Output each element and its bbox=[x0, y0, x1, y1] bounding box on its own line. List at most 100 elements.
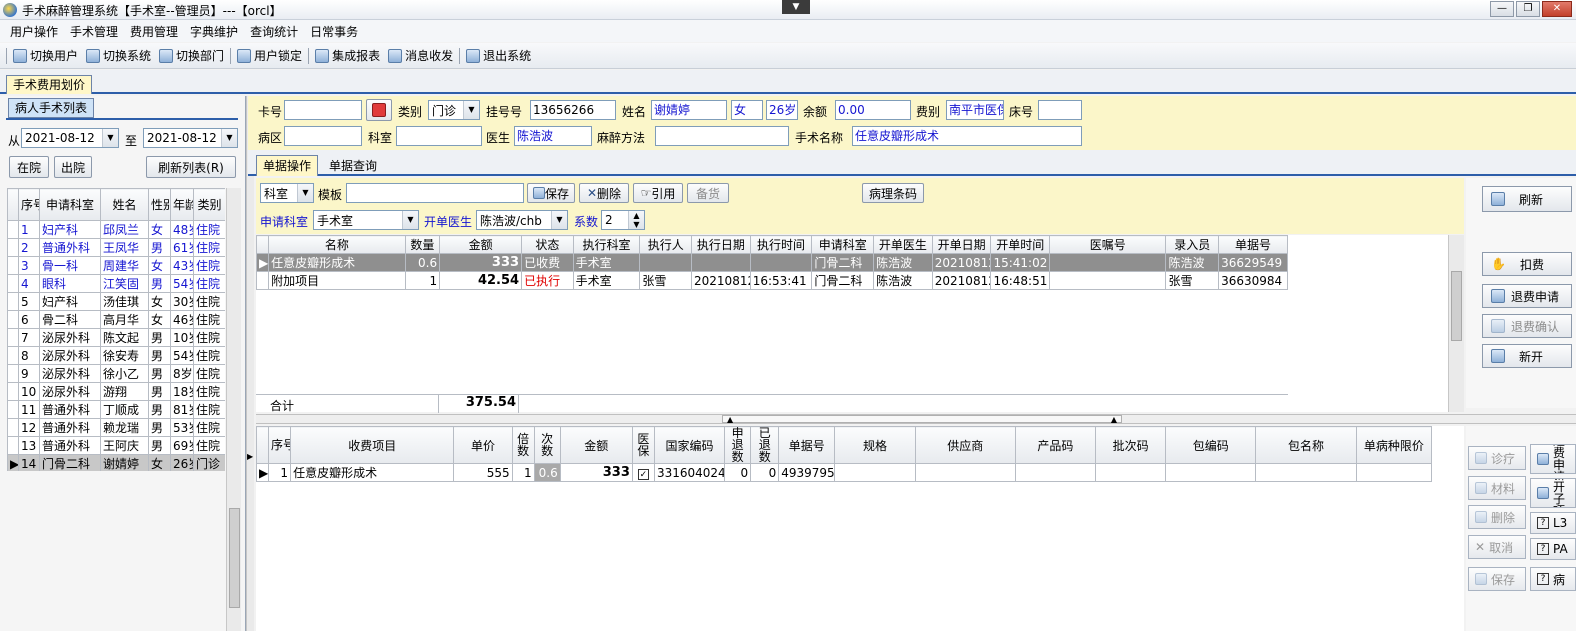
tab-document-query[interactable]: 单据查询 bbox=[324, 157, 382, 176]
menu-dictionary[interactable]: 字典维护 bbox=[184, 23, 244, 40]
col-header-executor[interactable]: 执行人 bbox=[639, 235, 693, 254]
col-header-status[interactable]: 状态 bbox=[521, 235, 574, 254]
minimize-button[interactable]: — bbox=[1490, 1, 1514, 17]
col-header-package-code[interactable]: 包编码 bbox=[1165, 426, 1257, 464]
ward-field[interactable] bbox=[284, 126, 362, 146]
age-field[interactable]: 26岁 bbox=[766, 100, 798, 120]
delete-button[interactable]: ✕ 删除 bbox=[579, 183, 629, 203]
card-input[interactable] bbox=[284, 100, 362, 120]
save-button[interactable]: 保存 bbox=[527, 183, 575, 203]
chevron-down-icon[interactable]: ▼ bbox=[102, 129, 118, 147]
bed-field[interactable] bbox=[1038, 100, 1082, 120]
col-header-unit-price[interactable]: 单价 bbox=[453, 426, 513, 464]
tab-surgery-pricing[interactable]: 手术费用划价 bbox=[6, 75, 93, 94]
menu-surgery[interactable]: 手术管理 bbox=[64, 23, 124, 40]
refresh-list-button[interactable]: 刷新列表(R) bbox=[146, 156, 236, 178]
refresh-button[interactable]: 刷新 bbox=[1482, 186, 1572, 212]
pa-button[interactable]: ? PA bbox=[1530, 538, 1576, 560]
col-header-exec-date[interactable]: 执行日期 bbox=[691, 235, 751, 254]
menu-fees[interactable]: 费用管理 bbox=[124, 23, 184, 40]
col-header-multiple[interactable]: 倍数 bbox=[511, 426, 535, 464]
fee-type-field[interactable]: 南平市医保 bbox=[946, 100, 1004, 120]
inpatient-button[interactable]: 在院 bbox=[9, 156, 49, 178]
col-header-exec-time[interactable]: 执行时间 bbox=[749, 235, 813, 254]
tab-document-ops[interactable]: 单据操作 bbox=[256, 155, 319, 176]
refund-request-button[interactable]: 退费申请 bbox=[1482, 284, 1572, 308]
date-to-picker[interactable]: 2021-08-12 ▼ bbox=[143, 128, 238, 148]
col-header-sex[interactable]: 性别 bbox=[148, 188, 171, 221]
switch-user-button[interactable]: 切换用户 bbox=[9, 47, 82, 64]
col-header-exec-dept[interactable]: 执行科室 bbox=[572, 235, 641, 254]
patient-row[interactable]: 8泌尿外科徐安寿男54岁住院 bbox=[7, 346, 225, 365]
new-button[interactable]: 新开 bbox=[1482, 344, 1572, 368]
chevron-right-icon[interactable]: ▶ bbox=[247, 452, 253, 461]
l3-button[interactable]: ? L3 bbox=[1530, 512, 1576, 534]
splitter-handle[interactable]: ▲ ▲ bbox=[722, 415, 1122, 424]
col-header-apply-dept[interactable]: 申请科室 bbox=[811, 235, 875, 254]
patient-row[interactable]: 10泌尿外科游翔男18岁住院 bbox=[7, 382, 225, 401]
card-reader-button[interactable] bbox=[366, 99, 392, 121]
patient-row[interactable]: 6骨二科高月华女46岁住院 bbox=[7, 310, 225, 329]
doctor-field[interactable]: 陈浩波 bbox=[514, 126, 592, 146]
patient-row[interactable]: 13普通外科王阿庆男69岁住院 bbox=[7, 436, 225, 455]
col-header-package-name[interactable]: 包名称 bbox=[1255, 426, 1357, 464]
col-header-index[interactable]: 序号 bbox=[18, 188, 40, 221]
patient-row[interactable]: 1妇产科邱凤兰女48岁住院 bbox=[7, 220, 225, 239]
surgery-name-field[interactable]: 任意皮瓣形成术 bbox=[852, 126, 1082, 146]
charge-row-selected[interactable]: ▶ 任意皮瓣形成术 0.6 333 已收费 手术室 门骨二科 陈浩波 20210… bbox=[256, 253, 1288, 272]
patient-row[interactable]: 4眼科江笑固男54岁住院 bbox=[7, 274, 225, 293]
chevron-down-icon[interactable]: ▼ bbox=[297, 184, 313, 202]
sex-field[interactable]: 女 bbox=[731, 100, 763, 120]
charge-button[interactable]: ✋ 扣费 bbox=[1482, 252, 1572, 276]
col-header-item-name[interactable]: 名称 bbox=[268, 235, 406, 254]
chevron-down-icon[interactable]: ▼ bbox=[221, 129, 237, 147]
material-button[interactable]: 材料 bbox=[1468, 476, 1526, 500]
pathology-barcode-button[interactable]: 病理条码 bbox=[862, 183, 924, 203]
chevron-down-icon[interactable]: ▼ bbox=[551, 211, 567, 229]
scrollbar-thumb[interactable] bbox=[1451, 271, 1462, 341]
col-header-order-time[interactable]: 开单时间 bbox=[990, 235, 1051, 254]
stock-button[interactable]: 备货 bbox=[687, 183, 729, 203]
col-header-insurance[interactable]: 医保 bbox=[631, 426, 655, 464]
template-input[interactable] bbox=[346, 183, 524, 203]
delete-item-button[interactable]: 删除 bbox=[1468, 505, 1526, 529]
type-select[interactable]: 门诊 ▼ bbox=[428, 100, 480, 120]
order-doctor-select[interactable]: 陈浩波/chb ▼ bbox=[476, 210, 568, 230]
anesthesia-field[interactable] bbox=[655, 126, 789, 146]
patient-row[interactable]: 7泌尿外科陈文起男10岁住院 bbox=[7, 328, 225, 347]
spin-arrows-icon[interactable]: ▲ ▼ bbox=[628, 211, 644, 229]
pathology-button[interactable]: ? 病 bbox=[1530, 567, 1576, 591]
patient-row[interactable]: 11普通外科丁顺成男81岁住院 bbox=[7, 400, 225, 419]
refund-confirm-button[interactable]: 退费确认 bbox=[1482, 314, 1572, 338]
switch-dept-button[interactable]: 切换部门 bbox=[155, 47, 228, 64]
close-button[interactable]: ✕ bbox=[1542, 1, 1572, 17]
discharged-button[interactable]: 出院 bbox=[54, 156, 92, 178]
chevron-down-icon[interactable]: ▼ bbox=[782, 0, 810, 14]
col-header-age[interactable]: 年龄 bbox=[170, 188, 194, 221]
dept-field[interactable] bbox=[396, 126, 482, 146]
col-header-category[interactable]: 类别 bbox=[193, 188, 225, 221]
diagnosis-treatment-button[interactable]: 诊疗 bbox=[1468, 446, 1526, 470]
col-header-order-date[interactable]: 开单日期 bbox=[931, 235, 992, 254]
col-header-refund-requested[interactable]: 申退数 bbox=[724, 426, 752, 464]
reports-button[interactable]: 集成报表 bbox=[311, 47, 384, 64]
col-header-order-no[interactable]: 医嘱号 bbox=[1049, 235, 1167, 254]
scrollbar-thumb[interactable] bbox=[229, 508, 240, 608]
patient-row-selected[interactable]: ▶14门骨二科谢婧婷女26岁门诊 bbox=[7, 454, 225, 471]
menu-daily[interactable]: 日常事务 bbox=[304, 23, 364, 40]
menu-user-ops[interactable]: 用户操作 bbox=[4, 23, 64, 40]
col-header-order-doctor[interactable]: 开单医生 bbox=[873, 235, 933, 254]
patient-row[interactable]: 3骨一科周建华女43岁住院 bbox=[7, 256, 225, 275]
col-header-entry-clerk[interactable]: 录入员 bbox=[1165, 235, 1220, 254]
col-header-doc-no[interactable]: 单据号 bbox=[1218, 235, 1288, 254]
save-item-button[interactable]: 保存 bbox=[1468, 567, 1526, 591]
menu-query[interactable]: 查询统计 bbox=[244, 23, 304, 40]
col-header-quantity[interactable]: 数量 bbox=[404, 235, 441, 254]
patient-row[interactable]: 9 泌尿外科 徐小乙男 8岁 住院 bbox=[7, 364, 225, 383]
name-field[interactable]: 谢婧婷 bbox=[651, 100, 727, 120]
patient-row[interactable]: 2普通外科王凤华男61岁住院 bbox=[7, 238, 225, 257]
switch-system-button[interactable]: 切换系统 bbox=[82, 47, 155, 64]
patient-row[interactable]: 12普通外科赖龙瑞男53岁住院 bbox=[7, 418, 225, 437]
item-refund-request-button[interactable]: 退费申请 bbox=[1530, 444, 1576, 474]
cite-button[interactable]: ☞ 引用 bbox=[633, 183, 683, 203]
